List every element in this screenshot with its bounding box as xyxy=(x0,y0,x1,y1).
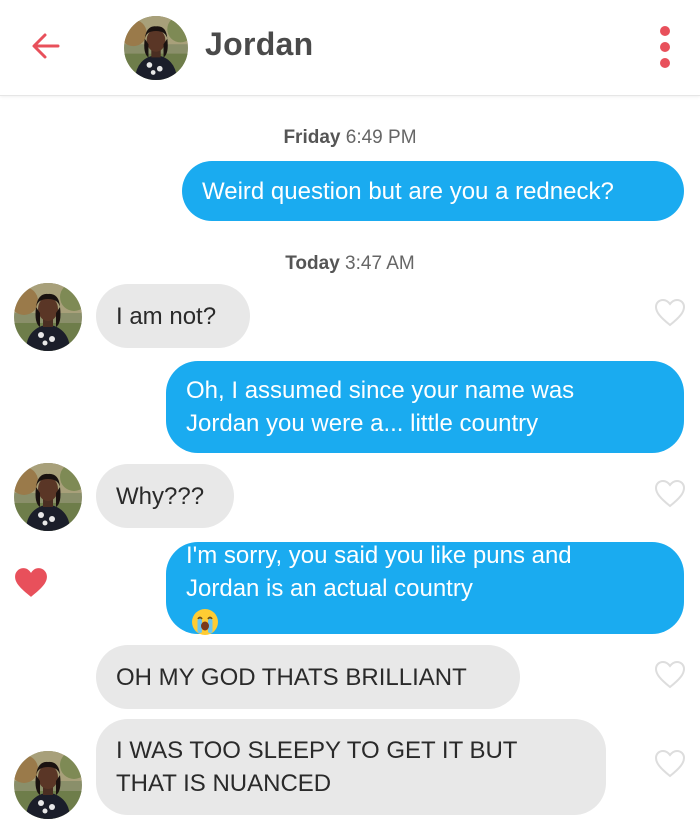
loudly-crying-face-emoji xyxy=(192,609,218,636)
message-text-line: Jordan you were a... little country xyxy=(186,410,539,437)
chat-header: Jordan xyxy=(0,0,700,96)
like-button[interactable] xyxy=(654,660,686,690)
heart-outline-icon xyxy=(654,749,686,779)
contact-avatar[interactable] xyxy=(14,751,82,819)
message-text-line: Oh, I assumed since your name was xyxy=(186,377,575,404)
back-button[interactable] xyxy=(28,28,64,64)
heart-outline-icon xyxy=(654,660,686,690)
message-text-line: I'm sorry, you said you like puns and xyxy=(186,541,572,569)
contact-name[interactable]: Jordan xyxy=(205,26,314,63)
incoming-message[interactable]: I WAS TOO SLEEPY TO GET IT BUT THAT IS N… xyxy=(96,719,606,815)
message-text: OH MY GOD THATS BRILLIANT xyxy=(116,663,467,691)
outgoing-message[interactable]: I'm sorry, you said you like puns and Jo… xyxy=(166,541,684,636)
timestamp-day: Friday xyxy=(283,127,341,148)
message-text: Weird question but are you a redneck? xyxy=(202,177,614,205)
outgoing-message[interactable]: Oh, I assumed since your name was Jordan… xyxy=(166,361,684,453)
heart-outline-icon xyxy=(654,479,686,509)
contact-avatar[interactable] xyxy=(14,283,82,351)
timestamp-day: Today xyxy=(285,253,340,274)
like-button[interactable] xyxy=(654,749,686,779)
message-text-line: I WAS TOO SLEEPY TO GET IT BUT xyxy=(116,737,518,764)
more-options-button[interactable] xyxy=(652,22,678,72)
message-text: I am not? xyxy=(116,302,217,330)
timestamp-time: 3:47 AM xyxy=(345,253,415,274)
incoming-message[interactable]: I am not? xyxy=(96,284,250,348)
message-text-line: THAT IS NUANCED xyxy=(116,770,332,797)
timestamp-time: 6:49 PM xyxy=(345,127,417,148)
incoming-message[interactable]: Why??? xyxy=(96,464,234,528)
timestamp: Friday 6:49 PM xyxy=(0,127,700,149)
like-button[interactable] xyxy=(654,298,686,328)
outgoing-message[interactable]: Weird question but are you a redneck? xyxy=(182,161,684,221)
heart-outline-icon xyxy=(654,298,686,328)
timestamp: Today 3:47 AM xyxy=(0,253,700,275)
arrow-left-icon xyxy=(32,33,60,59)
message-text: Why??? xyxy=(116,482,205,510)
like-button[interactable] xyxy=(654,479,686,509)
contact-avatar[interactable] xyxy=(124,16,188,80)
incoming-message[interactable]: OH MY GOD THATS BRILLIANT xyxy=(96,645,520,709)
more-vertical-icon xyxy=(660,26,670,68)
message-text-line: Jordan is an actual country xyxy=(186,574,473,602)
liked-heart-icon[interactable] xyxy=(14,567,48,599)
contact-avatar[interactable] xyxy=(14,463,82,531)
